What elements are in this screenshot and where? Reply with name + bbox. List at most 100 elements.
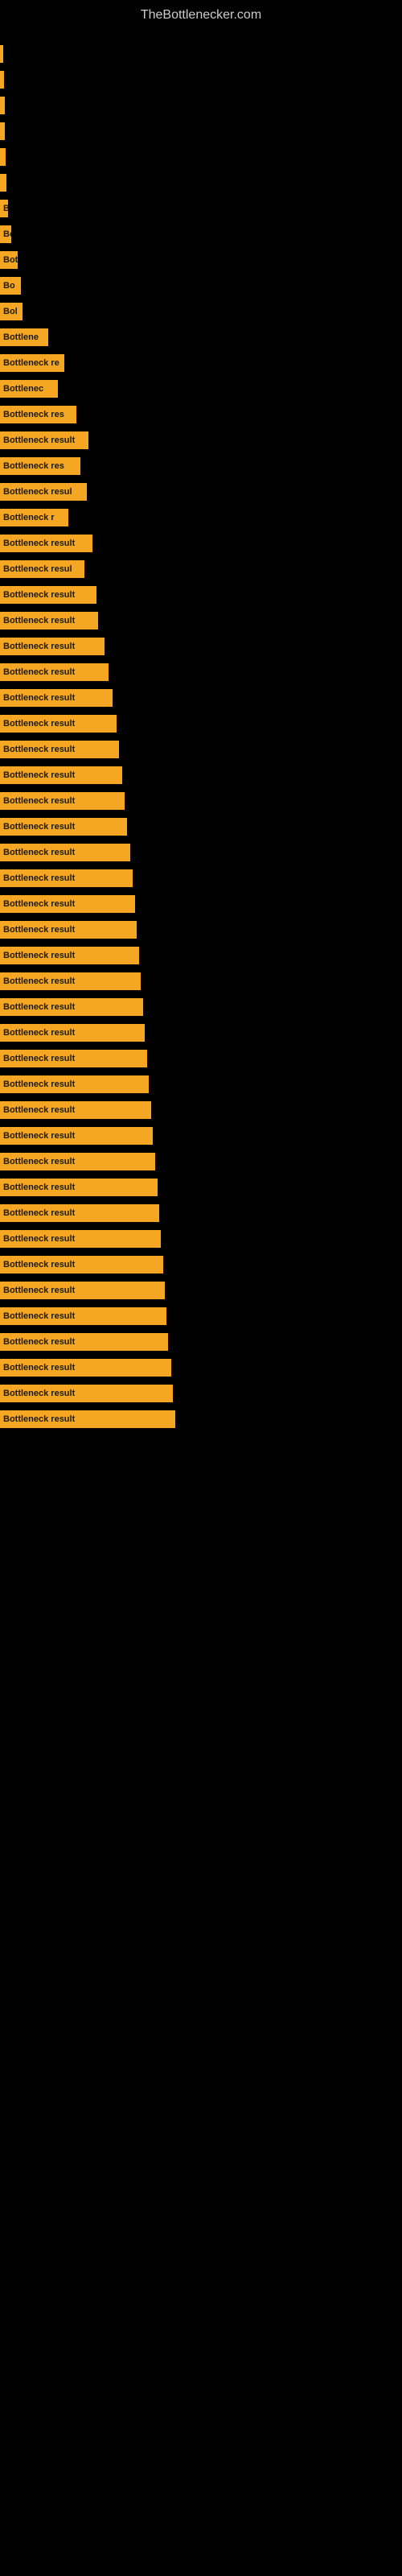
bar: Bottleneck result (0, 1333, 168, 1351)
bar: Bottleneck result (0, 766, 122, 784)
bar: Bottleneck result (0, 612, 98, 630)
bar-row: Bottleneck result (0, 919, 402, 941)
bar-label: Bottleneck result (3, 1389, 75, 1398)
bar-label: Bottleneck result (3, 1337, 75, 1347)
bar-row: Bottleneck result (0, 1176, 402, 1199)
bar: Bottleneck result (0, 792, 125, 810)
bar-row: Bot (0, 249, 402, 271)
bar-label: Bo (3, 229, 11, 239)
bar: Bo (0, 225, 11, 243)
bar (0, 174, 6, 192)
bar: Bottleneck re (0, 354, 64, 372)
bar-row: Bottleneck result (0, 1382, 402, 1405)
bar: Bottleneck result (0, 1359, 171, 1377)
bar-row: Bottleneck result (0, 687, 402, 709)
bar-row: B (0, 197, 402, 220)
bar: Bottleneck result (0, 715, 117, 733)
bar-row: Bottleneck result (0, 996, 402, 1018)
bar-row (0, 43, 402, 65)
bar: Bottleneck result (0, 869, 133, 887)
bar-label: Bottleneck result (3, 1363, 75, 1373)
bar: Bottleneck result (0, 1127, 153, 1145)
bar-label: Bottleneck result (3, 976, 75, 986)
bar-label: Bottleneck result (3, 796, 75, 806)
bar-label: Bottleneck result (3, 539, 75, 548)
bar-label: Bottleneck result (3, 1286, 75, 1295)
bar-row: Bottleneck result (0, 429, 402, 452)
bar-label: Bottleneck result (3, 899, 75, 909)
bar-row: Bottleneck result (0, 712, 402, 735)
bar-row (0, 68, 402, 91)
bar: Bottleneck result (0, 638, 105, 655)
bar-row: Bottleneck result (0, 1022, 402, 1044)
bar-label: Bottleneck result (3, 770, 75, 780)
bar-row: Bottleneck result (0, 1125, 402, 1147)
bar-label: Bottleneck result (3, 1080, 75, 1089)
bar: Bottleneck result (0, 972, 141, 990)
bar: Bottlenec (0, 380, 58, 398)
bar-row: Bo (0, 275, 402, 297)
bar-row (0, 94, 402, 117)
bar-row: Bottleneck result (0, 1356, 402, 1379)
bar: Bottleneck result (0, 844, 130, 861)
bar-row: Bottleneck result (0, 584, 402, 606)
bar (0, 148, 6, 166)
bar: Bottlene (0, 328, 48, 346)
bar: Bottleneck result (0, 921, 137, 939)
bar-label: Bottleneck re (3, 358, 59, 368)
bar-row: Bottleneck result (0, 1331, 402, 1353)
bar-row: Bo (0, 223, 402, 246)
bar-label: Bottleneck result (3, 951, 75, 960)
bar-label: Bottleneck result (3, 1183, 75, 1192)
bar-label: Bottleneck result (3, 848, 75, 857)
bar-label: Bottleneck result (3, 1105, 75, 1115)
bar-row: Bottleneck result (0, 635, 402, 658)
bar: Bottleneck result (0, 431, 88, 449)
bar-row: Bottleneck result (0, 1047, 402, 1070)
bar-row: Bottleneck r (0, 506, 402, 529)
bar-label: Bottleneck result (3, 1028, 75, 1038)
bar-label: Bottleneck result (3, 693, 75, 703)
bar-row: Bottleneck result (0, 867, 402, 890)
bar-row: Bottlenec (0, 378, 402, 400)
bar-label: Bottleneck result (3, 1131, 75, 1141)
bar-row (0, 146, 402, 168)
bar-row: Bottleneck result (0, 841, 402, 864)
bar: Bottleneck result (0, 1075, 149, 1093)
bar-row: Bottleneck result (0, 1099, 402, 1121)
bar-label: Bottleneck result (3, 1208, 75, 1218)
bar-label: Bottleneck result (3, 745, 75, 754)
bar-row: Bottleneck result (0, 1305, 402, 1327)
bar: Bottleneck r (0, 509, 68, 526)
bar-label: Bottleneck result (3, 1260, 75, 1269)
bar (0, 45, 3, 63)
bar: Bottleneck result (0, 535, 92, 552)
bar: Bottleneck result (0, 1050, 147, 1067)
bar-label: Bottleneck result (3, 1234, 75, 1244)
bar-label: B (3, 204, 8, 213)
bar-label: Bottleneck result (3, 1311, 75, 1321)
bar-label: Bottleneck resul (3, 487, 72, 497)
bar: Bottleneck result (0, 1230, 161, 1248)
bar-label: Bottleneck resul (3, 564, 72, 574)
bar (0, 97, 5, 114)
bars-container: BBoBotBoBolBottleneBottleneck reBottlene… (0, 27, 402, 1434)
bar: Bottleneck result (0, 1024, 145, 1042)
bar-label: Bottleneck result (3, 616, 75, 625)
bar (0, 71, 4, 89)
bar-label: Bo (3, 281, 15, 291)
bar-row: Bottleneck result (0, 1150, 402, 1173)
bar-row: Bottleneck result (0, 815, 402, 838)
bar: Bottleneck result (0, 1153, 155, 1170)
bar-row: Bottleneck result (0, 970, 402, 993)
bar-row: Bottleneck result (0, 1408, 402, 1430)
bar-row: Bottleneck resul (0, 558, 402, 580)
bar: Bottleneck result (0, 1256, 163, 1274)
bar-row: Bottleneck result (0, 661, 402, 683)
bar-label: Bottleneck res (3, 410, 64, 419)
bar-row: Bottleneck result (0, 764, 402, 786)
bar: Bottleneck result (0, 586, 96, 604)
bar: Bottleneck res (0, 457, 80, 475)
bar-row: Bottleneck res (0, 455, 402, 477)
bar-label: Bottleneck result (3, 1054, 75, 1063)
